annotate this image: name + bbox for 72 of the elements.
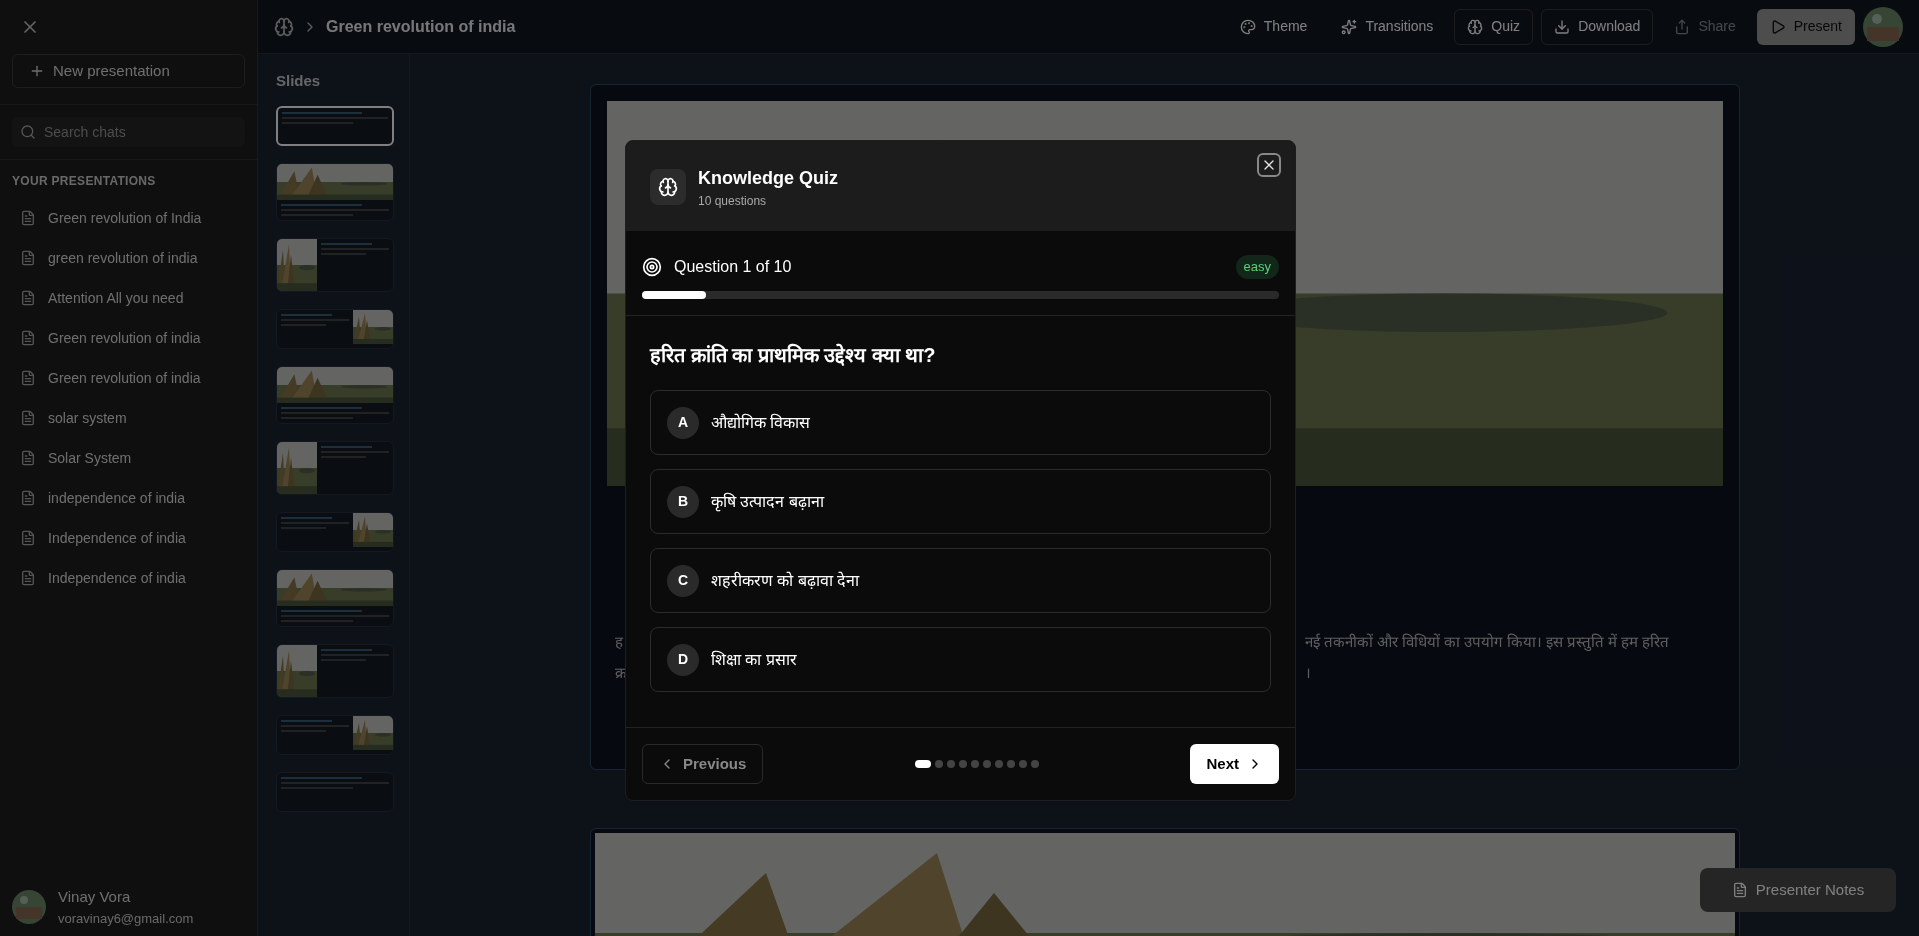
document-icon — [20, 570, 36, 586]
document-icon — [20, 410, 36, 426]
option-letter: A — [667, 406, 699, 439]
question-counter: Question 1 of 10 — [674, 257, 792, 277]
difficulty-tag: easy — [1235, 255, 1279, 279]
toolbar-button[interactable]: Quiz — [1454, 8, 1534, 45]
target-icon — [642, 257, 662, 277]
brain-icon — [650, 169, 686, 205]
panel-title: Slides — [276, 71, 322, 91]
slide-thumbnail[interactable] — [276, 162, 394, 221]
slide-text: नई तकनीकों और विधियों का उपयोग किया। इस प्रस्तुति में हम हरित — [1304, 632, 1670, 653]
document-icon — [20, 330, 36, 346]
presentation-item[interactable]: solar system — [12, 398, 245, 438]
option-letter: C — [667, 564, 699, 597]
answer-option[interactable]: A औद्योगिक विकास — [650, 390, 1271, 455]
option-letter: B — [667, 485, 699, 518]
toolbar-button[interactable]: Transitions — [1328, 8, 1447, 45]
presentation-item[interactable]: independence of india — [12, 478, 245, 518]
document-icon — [20, 490, 36, 506]
toolbar-button[interactable]: Present — [1756, 8, 1855, 45]
palette-icon — [1239, 18, 1256, 35]
presentation-item[interactable]: Attention All you need — [12, 278, 245, 318]
question-text: हरित क्रांति का प्राथमिक उद्देश्य क्या था? — [650, 342, 937, 368]
option-letter: D — [667, 643, 699, 676]
slide-text: । — [1304, 662, 1311, 683]
slide-thumbnail[interactable] — [276, 771, 394, 812]
presentation-item[interactable]: Green revolution of india — [12, 358, 245, 398]
document-icon — [1731, 882, 1748, 898]
search-input[interactable]: Search chats — [44, 121, 237, 143]
presentation-item[interactable]: Green revolution of india — [12, 318, 245, 358]
search-icon — [20, 124, 36, 140]
slide-thumbnail[interactable] — [276, 643, 394, 698]
toolbar-button[interactable]: Download — [1541, 8, 1654, 45]
document-icon — [20, 450, 36, 466]
document-icon — [20, 290, 36, 306]
toolbar-button[interactable]: Theme — [1226, 8, 1321, 45]
slide-thumbnail[interactable] — [276, 511, 394, 552]
download-icon — [1554, 18, 1571, 35]
presentation-item[interactable]: Independence of india — [12, 518, 245, 558]
document-icon — [20, 370, 36, 386]
user-name: Vinay Vora — [58, 887, 132, 907]
presenter-notes-button[interactable]: Presenter Notes — [1700, 868, 1896, 912]
close-button[interactable] — [1257, 153, 1281, 177]
next-button[interactable]: Next — [1190, 744, 1279, 784]
section-title: YOUR PRESENTATIONS — [12, 173, 157, 190]
document-icon — [20, 530, 36, 546]
search-field[interactable]: Search chats — [12, 117, 245, 147]
slide-thumbnail[interactable] — [276, 714, 394, 755]
presentation-item[interactable]: Independence of india — [12, 558, 245, 598]
presentation-item[interactable]: green revolution of india — [12, 238, 245, 278]
presentation-item[interactable]: Green revolution of India — [12, 198, 245, 238]
dialog-title: Knowledge Quiz — [698, 167, 838, 190]
slide-thumbnail[interactable] — [276, 440, 394, 495]
document-icon — [20, 250, 36, 266]
new-presentation-button[interactable]: New presentation — [12, 54, 245, 88]
slide-text: ह — [614, 632, 624, 652]
slide-thumbnail[interactable] — [276, 568, 394, 627]
plus-icon — [29, 63, 45, 79]
brain-icon[interactable] — [274, 16, 294, 37]
brain-icon — [1467, 18, 1484, 35]
answer-option[interactable]: C शहरीकरण को बढ़ावा देना — [650, 548, 1271, 613]
sparkles-icon — [1341, 18, 1358, 35]
answer-option[interactable]: D शिक्षा का प्रसार — [650, 627, 1271, 692]
presentation-item[interactable]: Solar System — [12, 438, 245, 478]
user-email: voravinay6@gmail.com — [58, 909, 194, 928]
slide-thumbnail[interactable] — [276, 237, 394, 292]
dialog-subtitle: 10 questions — [698, 193, 768, 210]
document-icon — [20, 210, 36, 226]
slide-thumbnail[interactable] — [276, 308, 394, 349]
presentation-title: Green revolution of india — [326, 16, 516, 37]
slide-thumbnail[interactable] — [276, 365, 394, 424]
answer-option[interactable]: B कृषि उत्पादन बढ़ाना — [650, 469, 1271, 534]
